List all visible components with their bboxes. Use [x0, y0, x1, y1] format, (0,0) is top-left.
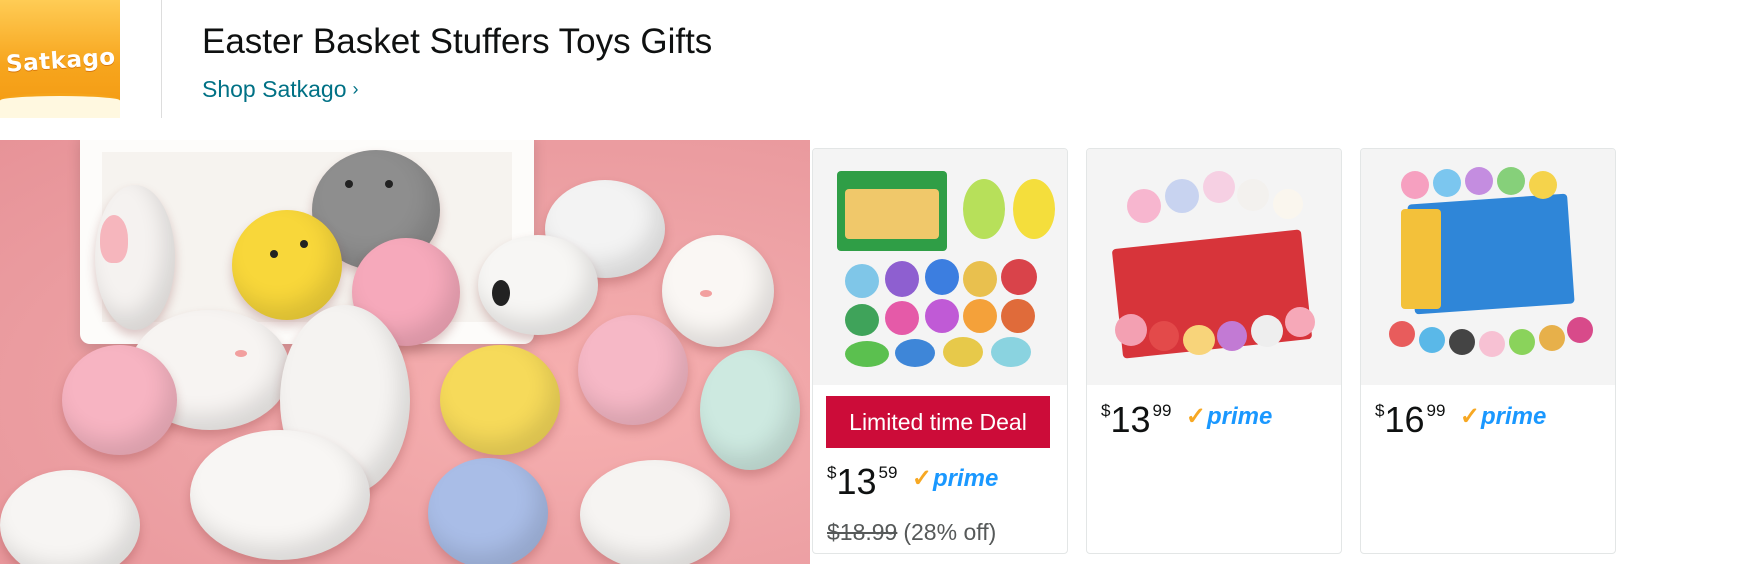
limited-time-deal-badge: Limited time Deal: [826, 396, 1050, 448]
pink-pig-small-toy: [578, 315, 688, 425]
mini-squishy-toy: [1217, 321, 1247, 351]
prime-badge: ✓prime: [912, 464, 998, 493]
squishy-toys-box-panel: [1401, 209, 1441, 309]
product-card[interactable]: Limited time Deal $13 59 ✓prime $18.99 (28…: [812, 148, 1068, 554]
brand-header: Satkago Easter Basket Stuffers Toys Gift…: [0, 0, 1742, 140]
shop-brand-link-label: Shop Satkago: [202, 76, 347, 102]
dinosaur-box-window: [845, 189, 939, 239]
bunny-ear: [100, 215, 128, 263]
mini-squishy-toy: [1509, 329, 1535, 355]
price-fraction: 99: [1426, 401, 1446, 420]
mini-squishy-toy: [1449, 329, 1475, 355]
list-price: $18.99: [827, 519, 898, 545]
hero-lifestyle-image[interactable]: [0, 140, 810, 564]
mini-squishy-toy: [1529, 171, 1557, 199]
egg-toy: [963, 179, 1005, 239]
mini-squishy-toy: [1539, 325, 1565, 351]
price-whole: 13: [836, 461, 877, 502]
mini-squishy-toy: [1497, 167, 1525, 195]
mini-dino-toy: [845, 264, 879, 298]
discount-percent: (28% off): [903, 519, 997, 545]
mini-squishy-toy: [1419, 327, 1445, 353]
product-price: $16 99 ✓prime: [1375, 399, 1546, 441]
mini-squishy-toy: [1285, 307, 1315, 337]
mini-squishy-toy: [1127, 189, 1161, 223]
prime-check-icon: ✓: [1459, 403, 1480, 430]
header-divider: [161, 0, 162, 118]
product-price: $13 99 ✓prime: [1101, 399, 1272, 441]
mini-dino-toy: [845, 341, 889, 367]
product-image[interactable]: [813, 149, 1067, 385]
mini-dino-toy: [895, 339, 935, 367]
toy-blush: [700, 290, 712, 297]
mini-squishy-toy: [1479, 331, 1505, 357]
mini-squishy-toy: [1165, 179, 1199, 213]
brand-logo[interactable]: Satkago: [0, 0, 120, 118]
mini-dino-toy: [885, 301, 919, 335]
product-carousel: Limited time Deal $13 59 ✓prime $18.99 (28…: [810, 140, 1742, 564]
brand-logo-text: Satkago: [5, 44, 117, 78]
prime-badge: ✓prime: [1460, 402, 1546, 431]
yellow-chick-toy: [232, 210, 342, 320]
mini-squishy-toy: [1203, 171, 1235, 203]
mini-squishy-toy: [1389, 321, 1415, 347]
mini-dino-toy: [925, 299, 959, 333]
price-fraction: 99: [1152, 401, 1172, 420]
white-seal-toy: [190, 430, 370, 560]
mini-squishy-toy: [1401, 171, 1429, 199]
mini-squishy-toy: [1567, 317, 1593, 343]
shop-brand-link[interactable]: Shop Satkago ›: [202, 76, 359, 103]
toy-eye: [385, 180, 393, 188]
prime-check-icon: ✓: [1185, 403, 1206, 430]
prime-label: prime: [1481, 403, 1547, 430]
mini-dino-toy: [943, 337, 983, 367]
list-price-row: $18.99 (28% off): [827, 519, 996, 546]
price-whole: 16: [1384, 399, 1425, 440]
mini-dino-toy: [1001, 299, 1035, 333]
white-corner-toy: [0, 470, 140, 564]
mini-squishy-toy: [1115, 314, 1147, 346]
mini-squishy-toy: [1251, 315, 1283, 347]
pink-cat-toy: [62, 345, 177, 455]
product-price: $13 59 ✓prime: [827, 461, 998, 503]
mini-squishy-toy: [1433, 169, 1461, 197]
brand-title: Easter Basket Stuffers Toys Gifts: [202, 22, 713, 61]
toy-eye: [300, 240, 308, 248]
white-rabbit-toy: [662, 235, 774, 347]
yellow-tiger-toy: [440, 345, 560, 455]
mint-bear-toy: [700, 350, 800, 470]
mini-squishy-toy: [1149, 321, 1179, 351]
mini-squishy-toy: [1273, 189, 1303, 219]
white-bottom-toy: [580, 460, 730, 564]
mini-dino-toy: [963, 299, 997, 333]
mini-dino-toy: [963, 261, 997, 297]
toy-eye: [345, 180, 353, 188]
mini-dino-toy: [991, 337, 1031, 367]
product-image[interactable]: [1361, 149, 1615, 385]
product-card[interactable]: $16 99 ✓prime: [1360, 148, 1616, 554]
price-fraction: 59: [878, 463, 898, 482]
toy-blush: [235, 350, 247, 357]
mini-squishy-toy: [1183, 325, 1215, 355]
prime-check-icon: ✓: [911, 465, 932, 492]
panda-patch: [492, 280, 510, 306]
price-whole: 13: [1110, 399, 1151, 440]
blue-cat-toy: [428, 458, 548, 564]
product-card[interactable]: $13 99 ✓prime: [1086, 148, 1342, 554]
mini-squishy-toy: [1237, 179, 1269, 211]
mini-dino-toy: [925, 259, 959, 295]
prime-label: prime: [933, 465, 999, 492]
egg-toy: [1013, 179, 1055, 239]
chevron-right-icon: ›: [352, 79, 359, 99]
mini-dino-toy: [885, 261, 919, 297]
product-image[interactable]: [1087, 149, 1341, 385]
prime-label: prime: [1207, 403, 1273, 430]
mini-squishy-toy: [1465, 167, 1493, 195]
mini-dino-toy: [1001, 259, 1037, 295]
prime-badge: ✓prime: [1186, 402, 1272, 431]
mini-dino-toy: [845, 304, 879, 336]
toy-eye: [270, 250, 278, 258]
